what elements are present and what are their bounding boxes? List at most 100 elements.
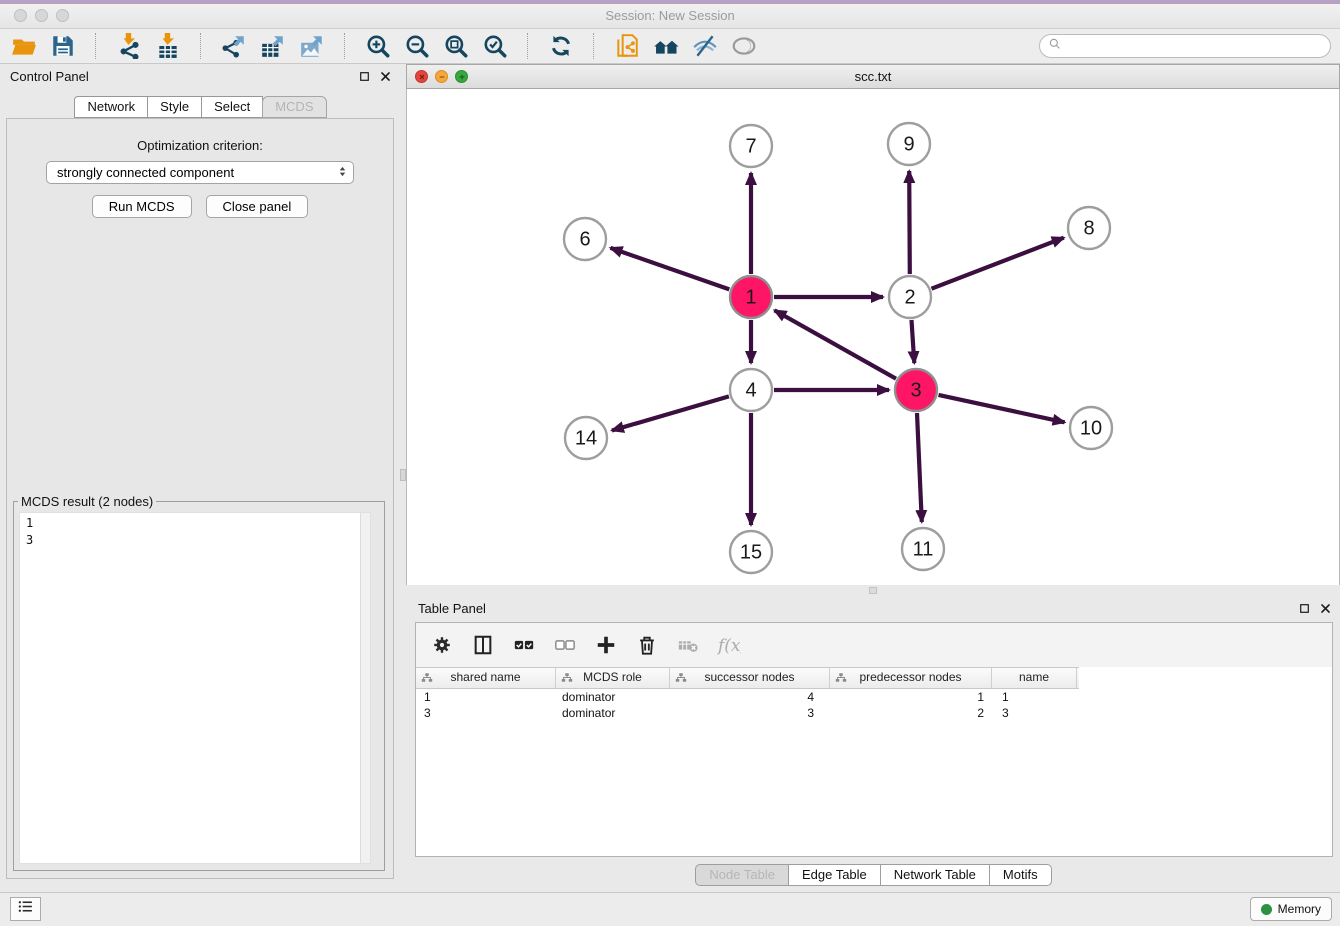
hierarchy-icon (835, 672, 847, 684)
cell-shared-name: 1 (416, 689, 556, 705)
double-home-icon[interactable] (652, 33, 679, 60)
close-panel-icon[interactable] (379, 70, 392, 83)
svg-text:8: 8 (1083, 218, 1094, 240)
gear-icon[interactable] (430, 633, 454, 657)
delete-row-icon[interactable] (635, 633, 659, 657)
graph-edge-1-6[interactable] (611, 248, 730, 290)
graph-node-14[interactable]: 14 (565, 417, 607, 459)
minimize-window-button[interactable] (35, 9, 48, 22)
network-close-button[interactable] (415, 70, 428, 83)
divider-grip[interactable] (869, 587, 877, 594)
tab-edge-table[interactable]: Edge Table (788, 864, 881, 886)
graph-edge-2-9[interactable] (909, 171, 910, 274)
graph-edge-2-8[interactable] (932, 238, 1064, 289)
column-header-successor-nodes[interactable]: successor nodes (670, 668, 830, 688)
tab-network[interactable]: Network (74, 96, 148, 118)
network-canvas[interactable]: 7 9 6 8 1 2 4 3 14 10 15 11 (406, 89, 1340, 585)
export-image-icon[interactable] (298, 33, 325, 60)
zoom-selected-icon[interactable] (481, 33, 508, 60)
zoom-window-button[interactable] (56, 9, 69, 22)
tab-node-table[interactable]: Node Table (695, 864, 789, 886)
float-panel-icon[interactable] (358, 70, 371, 83)
graph-node-15[interactable]: 15 (730, 531, 772, 573)
network-table-divider[interactable] (406, 585, 1340, 596)
search-icon (1048, 37, 1062, 56)
import-network-icon[interactable] (115, 33, 142, 60)
criterion-select[interactable]: strongly connected component (46, 161, 354, 184)
graph-node-11[interactable]: 11 (902, 528, 944, 570)
graph-node-3[interactable]: 3 (895, 369, 937, 411)
mcds-panel: Optimization criterion: strongly connect… (6, 118, 394, 879)
cell-successor-nodes: 4 (670, 689, 830, 705)
svg-text:4: 4 (745, 380, 756, 402)
search-box[interactable] (1039, 34, 1331, 58)
network-maximize-button[interactable] (455, 70, 468, 83)
new-network-doc-icon[interactable] (613, 33, 640, 60)
columns-icon[interactable] (471, 633, 495, 657)
close-window-button[interactable] (14, 9, 27, 22)
cell-name: 1 (992, 689, 1077, 705)
graph-node-7[interactable]: 7 (730, 125, 772, 167)
eye-icon[interactable] (730, 33, 757, 60)
save-icon[interactable] (49, 33, 76, 60)
cell-successor-nodes: 3 (670, 705, 830, 721)
close-panel-button[interactable]: Close panel (206, 195, 309, 218)
tab-select[interactable]: Select (201, 96, 263, 118)
run-mcds-button[interactable]: Run MCDS (92, 195, 192, 218)
refresh-icon[interactable] (547, 33, 574, 60)
graph-edge-3-1[interactable] (775, 310, 897, 378)
network-minimize-button[interactable] (435, 70, 448, 83)
column-header-name[interactable]: name (992, 668, 1077, 688)
export-table-icon[interactable] (259, 33, 286, 60)
float-table-panel-icon[interactable] (1298, 602, 1311, 615)
graph-node-9[interactable]: 9 (888, 123, 930, 165)
table-row[interactable]: 1dominator411 (416, 689, 1332, 705)
export-network-icon[interactable] (220, 33, 247, 60)
column-header-mcds-role[interactable]: MCDS role (556, 668, 670, 688)
open-folder-icon[interactable] (10, 33, 37, 60)
table-row[interactable]: 3dominator323 (416, 705, 1332, 721)
graph-node-4[interactable]: 4 (730, 369, 772, 411)
select-all-icon[interactable] (512, 633, 536, 657)
graph-edge-3-10[interactable] (939, 395, 1065, 422)
memory-button[interactable]: Memory (1250, 897, 1332, 921)
add-row-icon[interactable] (594, 633, 618, 657)
hierarchy-icon (421, 672, 433, 684)
node-table-container: f(x) shared nameMCDS rolesuccessor nodes… (415, 622, 1333, 857)
cell-mcds-role: dominator (556, 689, 670, 705)
tab-network-table[interactable]: Network Table (880, 864, 990, 886)
zoom-in-icon[interactable] (364, 33, 391, 60)
task-history-button[interactable] (10, 897, 41, 921)
deselect-all-icon[interactable] (553, 633, 577, 657)
import-table-icon[interactable] (154, 33, 181, 60)
svg-text:15: 15 (740, 542, 762, 564)
graph-node-8[interactable]: 8 (1068, 207, 1110, 249)
graph-node-1[interactable]: 1 (730, 276, 772, 318)
graph-edge-4-14[interactable] (612, 396, 729, 430)
close-table-panel-icon[interactable] (1319, 602, 1332, 615)
zoom-out-icon[interactable] (403, 33, 430, 60)
tab-motifs[interactable]: Motifs (989, 864, 1052, 886)
column-header-shared-name[interactable]: shared name (416, 668, 556, 688)
graph-node-10[interactable]: 10 (1070, 407, 1112, 449)
control-panel-tabs: NetworkStyleSelectMCDS (0, 96, 400, 118)
graph-node-6[interactable]: 6 (564, 218, 606, 260)
svg-text:14: 14 (575, 428, 597, 450)
window-controls (14, 9, 69, 22)
tab-mcds[interactable]: MCDS (262, 96, 326, 118)
column-header-predecessor-nodes[interactable]: predecessor nodes (830, 668, 992, 688)
result-scrollbar[interactable] (360, 513, 370, 863)
mcds-result-title: MCDS result (2 nodes) (18, 494, 156, 509)
network-window-titlebar[interactable]: scc.txt (406, 64, 1340, 89)
eye-slash-icon[interactable] (691, 33, 718, 60)
graph-edge-3-11[interactable] (917, 413, 922, 522)
mcds-result-box[interactable]: 1 3 (19, 512, 371, 864)
graph-edge-2-3[interactable] (912, 320, 915, 363)
main-toolbar (0, 29, 1340, 64)
tab-style[interactable]: Style (147, 96, 202, 118)
hierarchy-icon (561, 672, 573, 684)
zoom-fit-icon[interactable] (442, 33, 469, 60)
list-icon (17, 898, 34, 920)
graph-node-2[interactable]: 2 (889, 276, 931, 318)
search-input[interactable] (1066, 38, 1322, 55)
